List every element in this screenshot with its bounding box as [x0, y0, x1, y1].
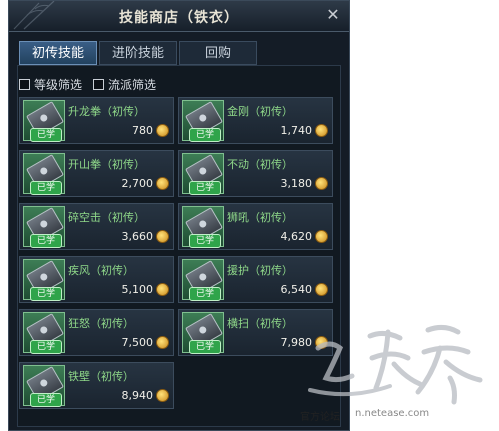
learned-badge: 已学 — [30, 234, 62, 248]
skill-price: 7,500 — [121, 336, 154, 349]
skill-name: 碎空击（初传） — [68, 211, 145, 224]
skill-shop-window: 技能商店（铁衣） ✕ 初传技能 进阶技能 回购 等级筛选 流派筛选 已学 升龙拳（… — [8, 0, 350, 431]
school-filter[interactable]: 流派筛选 — [93, 76, 156, 94]
learned-badge: 已学 — [189, 287, 221, 301]
skill-book-icon: 已学 — [23, 259, 65, 301]
coin-icon — [156, 283, 169, 296]
watermark-url-text: n.netease.com — [355, 408, 430, 419]
skill-price: 3,180 — [280, 177, 313, 190]
learned-badge: 已学 — [189, 181, 221, 195]
school-filter-label: 流派筛选 — [108, 78, 157, 92]
skill-book-icon: 已学 — [182, 206, 224, 248]
skill-book-icon: 已学 — [23, 206, 65, 248]
coin-icon — [156, 177, 169, 190]
skill-card[interactable]: 已学 铁壁（初传） 8,940 — [19, 362, 174, 409]
skill-card[interactable]: 已学 碎空击（初传） 3,660 — [19, 203, 174, 250]
coin-icon — [315, 124, 328, 137]
level-filter-label: 等级筛选 — [34, 78, 83, 92]
learned-badge: 已学 — [30, 287, 62, 301]
skill-price: 780 — [132, 124, 153, 137]
window-title: 技能商店（铁衣） — [119, 10, 239, 26]
title-bar[interactable]: 技能商店（铁衣） ✕ — [9, 1, 349, 32]
learned-badge: 已学 — [30, 393, 62, 407]
tab-buyback[interactable]: 回购 — [179, 41, 257, 65]
tab-advanced-skills[interactable]: 进阶技能 — [99, 41, 177, 65]
coin-icon — [315, 283, 328, 296]
skill-name: 援护（初传） — [227, 264, 293, 277]
coin-icon — [156, 389, 169, 402]
skill-book-icon: 已学 — [182, 312, 224, 354]
learned-badge: 已学 — [30, 128, 62, 142]
skill-price: 6,540 — [280, 283, 313, 296]
skill-card[interactable]: 已学 狮吼（初传） 4,620 — [178, 203, 333, 250]
coin-icon — [156, 336, 169, 349]
skill-price: 3,660 — [121, 230, 154, 243]
skill-name: 横扫（初传） — [227, 317, 293, 330]
skill-book-icon: 已学 — [182, 153, 224, 195]
skill-book-icon: 已学 — [23, 312, 65, 354]
skill-name: 升龙拳（初传） — [68, 105, 145, 118]
level-filter[interactable]: 等级筛选 — [19, 76, 82, 94]
tab-basic-skills[interactable]: 初传技能 — [19, 41, 97, 65]
skill-card[interactable]: 已学 不动（初传） 3,180 — [178, 150, 333, 197]
skill-card[interactable]: 已学 狂怒（初传） 7,500 — [19, 309, 174, 356]
skill-book-icon: 已学 — [23, 365, 65, 407]
skill-price: 1,740 — [280, 124, 313, 137]
skill-name: 金刚（初传） — [227, 105, 293, 118]
skill-book-icon: 已学 — [23, 100, 65, 142]
skill-card[interactable]: 已学 疾风（初传） 5,100 — [19, 256, 174, 303]
skill-name: 狂怒（初传） — [68, 317, 134, 330]
learned-badge: 已学 — [189, 128, 221, 142]
close-icon[interactable]: ✕ — [323, 5, 343, 25]
skill-price: 4,620 — [280, 230, 313, 243]
skill-name: 狮吼（初传） — [227, 211, 293, 224]
skill-name: 不动（初传） — [227, 158, 293, 171]
skill-price: 5,100 — [121, 283, 154, 296]
level-filter-checkbox[interactable] — [19, 79, 30, 90]
skill-price: 8,940 — [121, 389, 154, 402]
skill-name: 铁壁（初传） — [68, 370, 134, 383]
coin-icon — [315, 230, 328, 243]
learned-badge: 已学 — [189, 234, 221, 248]
skill-price: 2,700 — [121, 177, 154, 190]
learned-badge: 已学 — [189, 340, 221, 354]
skill-card[interactable]: 已学 开山拳（初传） 2,700 — [19, 150, 174, 197]
coin-icon — [156, 124, 169, 137]
coin-icon — [156, 230, 169, 243]
skill-card[interactable]: 已学 升龙拳（初传） 780 — [19, 97, 174, 144]
watermark-forum-text: 官方论坛 — [300, 412, 340, 423]
skill-card[interactable]: 已学 金刚（初传） 1,740 — [178, 97, 333, 144]
skill-name: 开山拳（初传） — [68, 158, 145, 171]
skill-book-icon: 已学 — [182, 100, 224, 142]
skill-card[interactable]: 已学 援护（初传） 6,540 — [178, 256, 333, 303]
skill-name: 疾风（初传） — [68, 264, 134, 277]
skill-book-icon: 已学 — [23, 153, 65, 195]
skill-book-icon: 已学 — [182, 259, 224, 301]
coin-icon — [315, 177, 328, 190]
learned-badge: 已学 — [30, 181, 62, 195]
school-filter-checkbox[interactable] — [93, 79, 104, 90]
learned-badge: 已学 — [30, 340, 62, 354]
